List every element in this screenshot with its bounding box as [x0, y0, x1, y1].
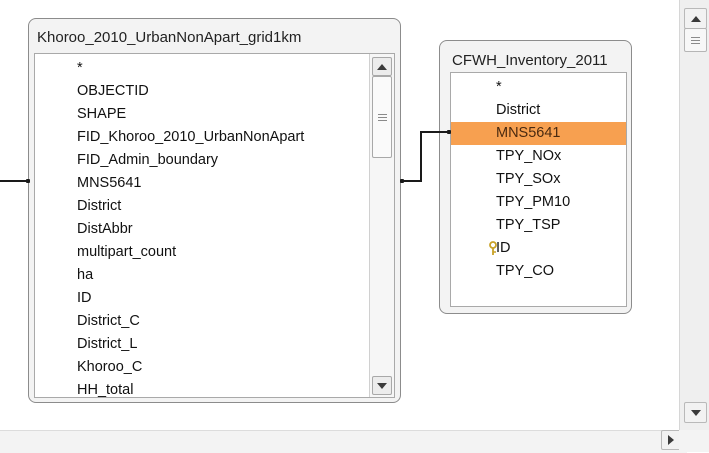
field-row[interactable]: TPY_CO: [451, 260, 626, 283]
field-row[interactable]: *: [35, 57, 394, 80]
field-row[interactable]: *: [451, 76, 626, 99]
join-endpoint: [26, 179, 30, 183]
join-endpoint: [447, 130, 451, 134]
scroll-thumb[interactable]: [372, 76, 392, 158]
field-row[interactable]: MNS5641: [35, 172, 394, 195]
field-row[interactable]: Khoroo_C: [35, 356, 394, 379]
scroll-up-button[interactable]: [372, 57, 392, 76]
field-row[interactable]: TPY_PM10: [451, 191, 626, 214]
field-list[interactable]: * OBJECTID SHAPE FID_Khoroo_2010_UrbanNo…: [34, 53, 395, 398]
field-row[interactable]: TPY_SOx: [451, 168, 626, 191]
field-row[interactable]: multipart_count: [35, 241, 394, 264]
join-line[interactable]: [420, 131, 450, 133]
field-row[interactable]: FID_Khoroo_2010_UrbanNonApart: [35, 126, 394, 149]
scroll-right-button[interactable]: [661, 430, 681, 450]
field-row-primary-key[interactable]: ID: [451, 237, 626, 260]
field-row[interactable]: District: [451, 99, 626, 122]
table-title[interactable]: CFWH_Inventory_2011: [452, 52, 608, 69]
field-row[interactable]: District_C: [35, 310, 394, 333]
scroll-down-button[interactable]: [684, 402, 707, 423]
field-row[interactable]: District_L: [35, 333, 394, 356]
grip-icon: [691, 36, 700, 44]
field-row[interactable]: TPY_TSP: [451, 214, 626, 237]
field-row[interactable]: ha: [35, 264, 394, 287]
triangle-down-icon: [377, 382, 387, 389]
field-row[interactable]: District: [35, 195, 394, 218]
field-row[interactable]: ID: [35, 287, 394, 310]
table-window-khoroo[interactable]: Khoroo_2010_UrbanNonApart_grid1km * OBJE…: [28, 18, 401, 403]
triangle-up-icon: [690, 15, 701, 22]
grip-icon: [377, 113, 387, 121]
field-list-scrollbar[interactable]: [369, 54, 394, 397]
field-row[interactable]: SHAPE: [35, 103, 394, 126]
scrollbar-corner: [679, 430, 709, 452]
query-design-canvas[interactable]: Khoroo_2010_UrbanNonApart_grid1km * OBJE…: [0, 0, 687, 430]
triangle-up-icon: [377, 63, 387, 70]
field-list[interactable]: * District MNS5641 TPY_NOx TPY_SOx TPY_P…: [450, 72, 627, 307]
table-window-cfwh[interactable]: CFWH_Inventory_2011 * District MNS5641 T…: [439, 40, 632, 314]
field-row[interactable]: DistAbbr: [35, 218, 394, 241]
scroll-down-button[interactable]: [372, 376, 392, 395]
scroll-up-button[interactable]: [684, 8, 707, 29]
join-line[interactable]: [401, 180, 421, 182]
field-row[interactable]: FID_Admin_boundary: [35, 149, 394, 172]
field-row[interactable]: HH_total: [35, 379, 394, 397]
triangle-down-icon: [690, 409, 701, 416]
canvas-vertical-scrollbar[interactable]: [679, 0, 709, 430]
field-row-selected[interactable]: MNS5641: [451, 122, 626, 145]
canvas-horizontal-scrollbar[interactable]: [0, 430, 687, 453]
field-row[interactable]: OBJECTID: [35, 80, 394, 103]
join-line[interactable]: [420, 131, 422, 182]
triangle-right-icon: [668, 435, 674, 445]
scroll-thumb[interactable]: [684, 28, 707, 52]
join-line[interactable]: [0, 180, 28, 182]
join-endpoint: [400, 179, 404, 183]
field-row[interactable]: TPY_NOx: [451, 145, 626, 168]
table-title[interactable]: Khoroo_2010_UrbanNonApart_grid1km: [37, 29, 301, 46]
